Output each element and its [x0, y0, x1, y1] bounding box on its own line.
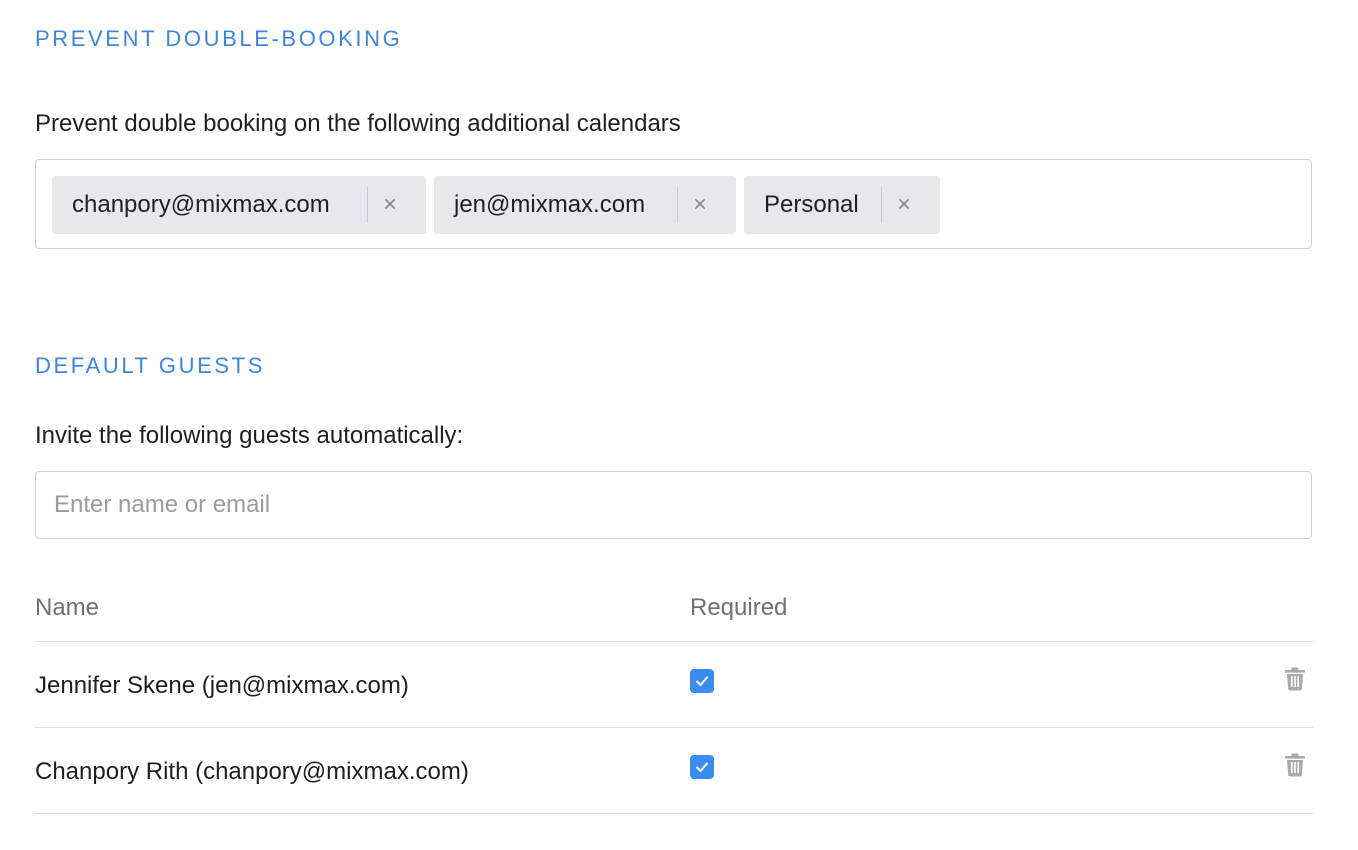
calendar-tag-label: Personal: [764, 191, 859, 218]
column-header-name: Name: [35, 594, 100, 621]
calendar-tag: chanpory@mixmax.com ×: [52, 176, 426, 234]
guest-name: Jennifer Skene (jen@mixmax.com): [35, 672, 409, 699]
checkmark-icon: [696, 762, 708, 772]
table-divider: [35, 813, 1313, 814]
remove-tag-icon[interactable]: ×: [368, 191, 412, 219]
prevent-double-booking-title: PREVENT DOUBLE-BOOKING: [35, 26, 403, 51]
settings-page: PREVENT DOUBLE-BOOKING Prevent double bo…: [0, 0, 1358, 850]
trash-icon[interactable]: [1284, 667, 1306, 691]
column-header-required: Required: [690, 594, 788, 621]
calendar-tag-label: jen@mixmax.com: [454, 191, 646, 218]
trash-icon[interactable]: [1284, 753, 1306, 777]
required-checkbox[interactable]: [690, 755, 714, 779]
remove-tag-icon[interactable]: ×: [882, 191, 926, 219]
checkmark-icon: [696, 676, 708, 686]
default-guests-label: Invite the following guests automaticall…: [35, 422, 464, 449]
required-checkbox[interactable]: [690, 669, 714, 693]
calendar-tag-label: chanpory@mixmax.com: [72, 191, 330, 218]
prevent-double-booking-label: Prevent double booking on the following …: [35, 110, 681, 137]
table-divider: [35, 727, 1313, 728]
guest-name: Chanpory Rith (chanpory@mixmax.com): [35, 758, 469, 785]
guest-search-input[interactable]: [35, 471, 1312, 539]
calendar-tag: Personal ×: [744, 176, 940, 234]
remove-tag-icon[interactable]: ×: [678, 191, 722, 219]
calendar-tag-input[interactable]: chanpory@mixmax.com × jen@mixmax.com × P…: [35, 159, 1312, 249]
default-guests-title: DEFAULT GUESTS: [35, 353, 265, 378]
calendar-tag: jen@mixmax.com ×: [434, 176, 736, 234]
table-divider: [35, 641, 1313, 642]
